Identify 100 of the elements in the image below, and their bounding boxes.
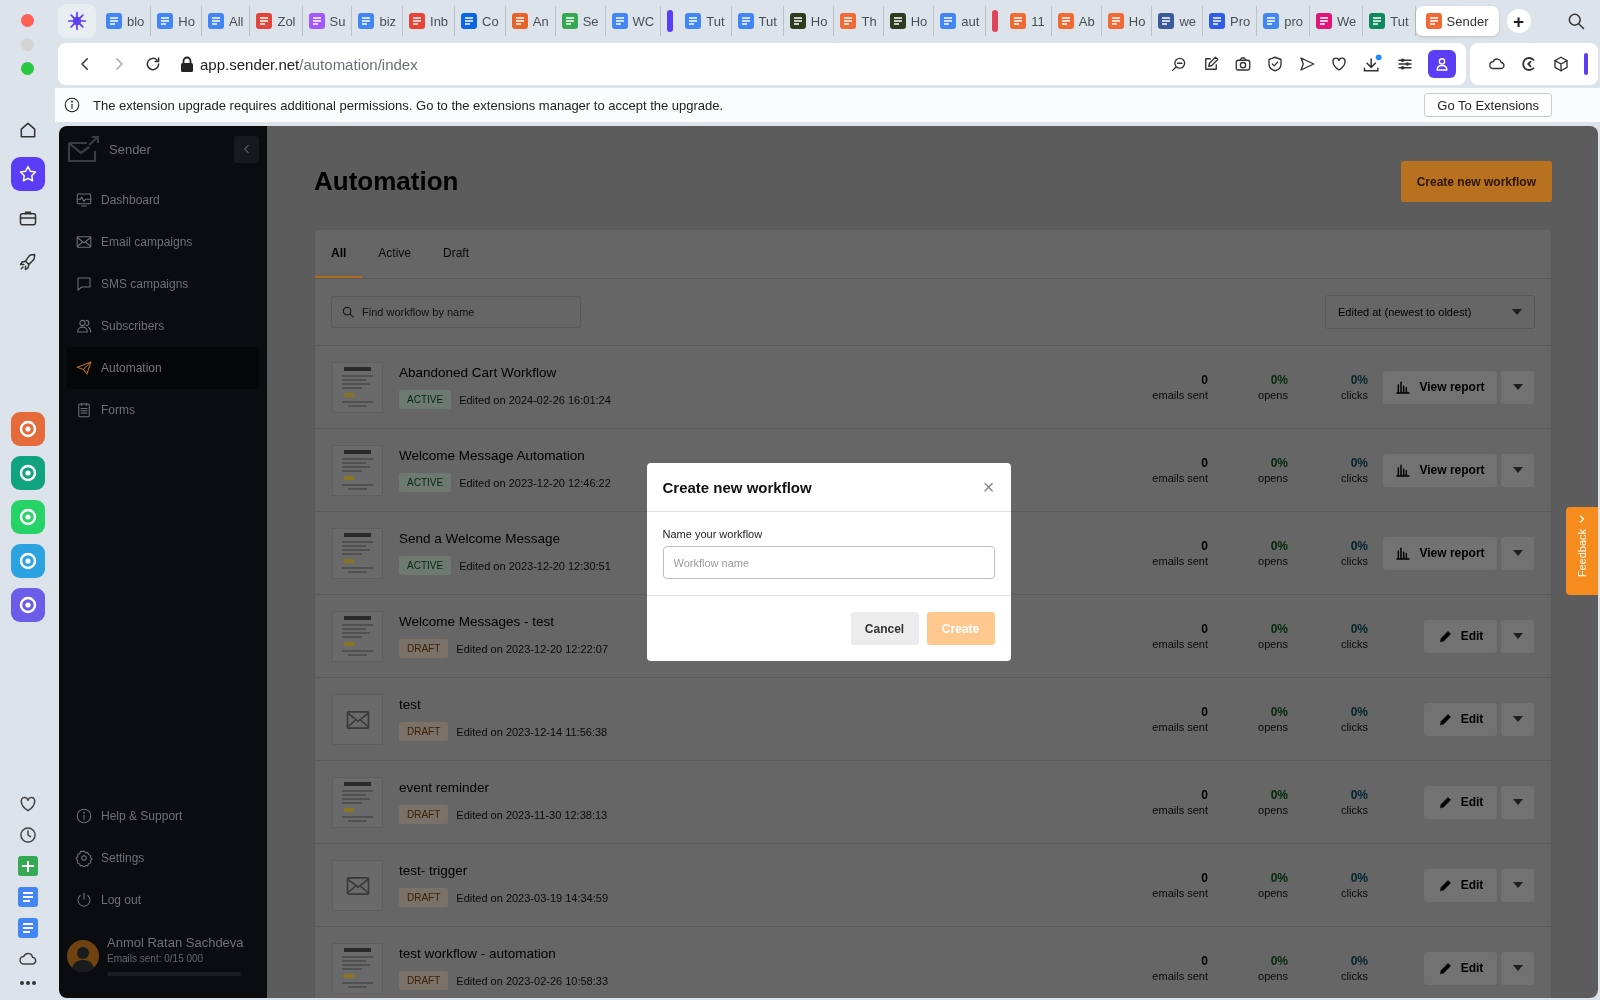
cube-icon[interactable]	[1552, 55, 1570, 73]
reload-icon[interactable]	[144, 55, 162, 73]
sort-dropdown[interactable]: Edited at (newest to oldest)	[1325, 295, 1535, 329]
browser-tab[interactable]: Inb	[403, 6, 456, 36]
nav-item[interactable]: Log out	[67, 879, 259, 921]
star-icon[interactable]	[17, 164, 38, 184]
camera-icon[interactable]	[1234, 55, 1252, 73]
more-options-button[interactable]	[1501, 702, 1534, 736]
browser-tab[interactable]: we	[1152, 6, 1203, 36]
download-icon[interactable]	[1362, 54, 1382, 74]
rocket-icon[interactable]	[17, 252, 38, 272]
go-to-extensions-button[interactable]: Go To Extensions	[1424, 93, 1552, 117]
new-tab-button[interactable]: +	[1506, 9, 1531, 33]
pinned-tab[interactable]	[58, 4, 96, 38]
browser-tab[interactable]: Tut	[731, 6, 784, 36]
browser-tab[interactable]: Ho	[151, 6, 202, 36]
browser-tab[interactable]: Ho	[1101, 6, 1153, 36]
workflow-name[interactable]: test- trigger	[399, 863, 1128, 878]
browser-tab[interactable]: Zol	[250, 6, 303, 36]
more-options-button[interactable]	[1501, 868, 1534, 902]
edit-button[interactable]: Edit	[1424, 619, 1497, 653]
zoom-out-icon[interactable]	[1170, 55, 1188, 73]
more-icon[interactable]	[18, 980, 37, 986]
edit-button[interactable]: Edit	[1424, 785, 1497, 819]
edit-icon[interactable]	[1202, 55, 1220, 73]
tab-group-marker[interactable]	[992, 10, 999, 32]
browser-tab[interactable]: Pro	[1203, 6, 1258, 36]
filter-tab[interactable]: Active	[362, 230, 428, 278]
close-button[interactable]: ×	[982, 477, 995, 497]
nav-item[interactable]: Email campaigns	[67, 221, 259, 263]
edit-button[interactable]: Edit	[1424, 868, 1497, 902]
more-options-button[interactable]	[1501, 536, 1534, 570]
search-field[interactable]: Find workflow by name	[331, 296, 581, 328]
more-options-button[interactable]	[1501, 785, 1534, 819]
lock-icon[interactable]	[180, 56, 194, 72]
more-options-button[interactable]	[1501, 951, 1534, 985]
browser-tab[interactable]: We	[1310, 6, 1364, 36]
document-icon[interactable]	[17, 887, 38, 907]
search-icon[interactable]	[1566, 11, 1586, 31]
browser-tab[interactable]: Co	[455, 6, 506, 36]
sidebar-toggle[interactable]	[1584, 53, 1588, 75]
browser-tab[interactable]: Ho	[883, 6, 935, 36]
nav-item[interactable]: Settings	[67, 837, 259, 879]
nav-item[interactable]: Help & Support	[67, 795, 259, 837]
nav-item[interactable]: Automation	[67, 347, 259, 389]
spreadsheet-icon[interactable]	[17, 856, 38, 876]
workflow-name[interactable]: test	[399, 697, 1128, 712]
view-report-button[interactable]: View report	[1383, 536, 1497, 570]
workflow-name-field[interactable]: Workflow name	[662, 546, 995, 579]
browser-tab[interactable]: biz	[352, 6, 404, 36]
edit-button[interactable]: Edit	[1424, 951, 1497, 985]
browser-tab[interactable]: pro	[1257, 6, 1311, 36]
nav-item[interactable]: SMS campaigns	[67, 263, 259, 305]
nav-item[interactable]: Subscribers	[67, 305, 259, 347]
workflow-name[interactable]: Abandoned Cart Workflow	[399, 365, 1128, 380]
view-report-button[interactable]: View report	[1383, 370, 1497, 404]
cancel-button[interactable]: Cancel	[850, 612, 919, 645]
browser-tab[interactable]: blo	[100, 6, 152, 36]
create-workflow-button[interactable]: Create new workflow	[1400, 161, 1552, 202]
nav-item[interactable]: Dashboard	[67, 179, 259, 221]
paper-plane-icon	[75, 359, 93, 377]
app-icon[interactable]	[10, 456, 45, 490]
tab-group-marker[interactable]	[667, 10, 674, 32]
browser-tab[interactable]: Th	[834, 6, 884, 36]
shield-icon[interactable]	[1266, 55, 1284, 73]
browser-tab[interactable]: Ab	[1051, 6, 1102, 36]
browser-tab[interactable]: Ho	[783, 6, 835, 36]
briefcase-icon[interactable]	[17, 208, 38, 228]
dock-button[interactable]	[10, 157, 45, 191]
view-report-button[interactable]: View report	[1383, 453, 1497, 487]
browser-tab[interactable]: WC	[605, 6, 662, 36]
browser-tab[interactable]: Se	[555, 6, 606, 36]
heart-icon[interactable]	[1330, 55, 1348, 73]
clock-icon[interactable]	[17, 825, 38, 845]
browser-tab[interactable]: aut	[934, 6, 987, 36]
more-options-button[interactable]	[1501, 453, 1534, 487]
app-icon[interactable]	[10, 412, 45, 446]
address-bar-url[interactable]: app.sender.net/automation/index	[200, 55, 418, 73]
filter-tab[interactable]: Draft	[427, 230, 486, 278]
app-icon[interactable]	[10, 544, 45, 578]
browser-tab[interactable]: All	[202, 6, 251, 36]
nav-item[interactable]: Forms	[67, 389, 259, 431]
workflow-name[interactable]: Welcome Message Automation	[399, 448, 1128, 463]
document-icon[interactable]	[17, 918, 38, 938]
more-options-button[interactable]	[1501, 619, 1534, 653]
send-icon[interactable]	[1298, 55, 1316, 73]
browser-tab[interactable]: Su	[302, 6, 353, 36]
feedback-tab[interactable]: Feedback	[1566, 507, 1598, 595]
edit-button[interactable]: Edit	[1424, 702, 1497, 736]
browser-tab[interactable]: 11	[1004, 6, 1052, 36]
browser-tab[interactable]: Tut	[1363, 6, 1416, 36]
more-options-button[interactable]	[1501, 370, 1534, 404]
browser-tab[interactable]: An	[505, 6, 556, 36]
browser-tab[interactable]: Tut	[679, 6, 732, 36]
browser-tab[interactable]: Sender	[1415, 6, 1499, 36]
app-icon[interactable]	[10, 588, 45, 622]
profile-button[interactable]	[1428, 50, 1456, 78]
filter-tab[interactable]: All	[315, 230, 363, 278]
workflow-name[interactable]: test workflow - automation	[399, 946, 1128, 961]
workflow-name[interactable]: event reminder	[399, 780, 1128, 795]
